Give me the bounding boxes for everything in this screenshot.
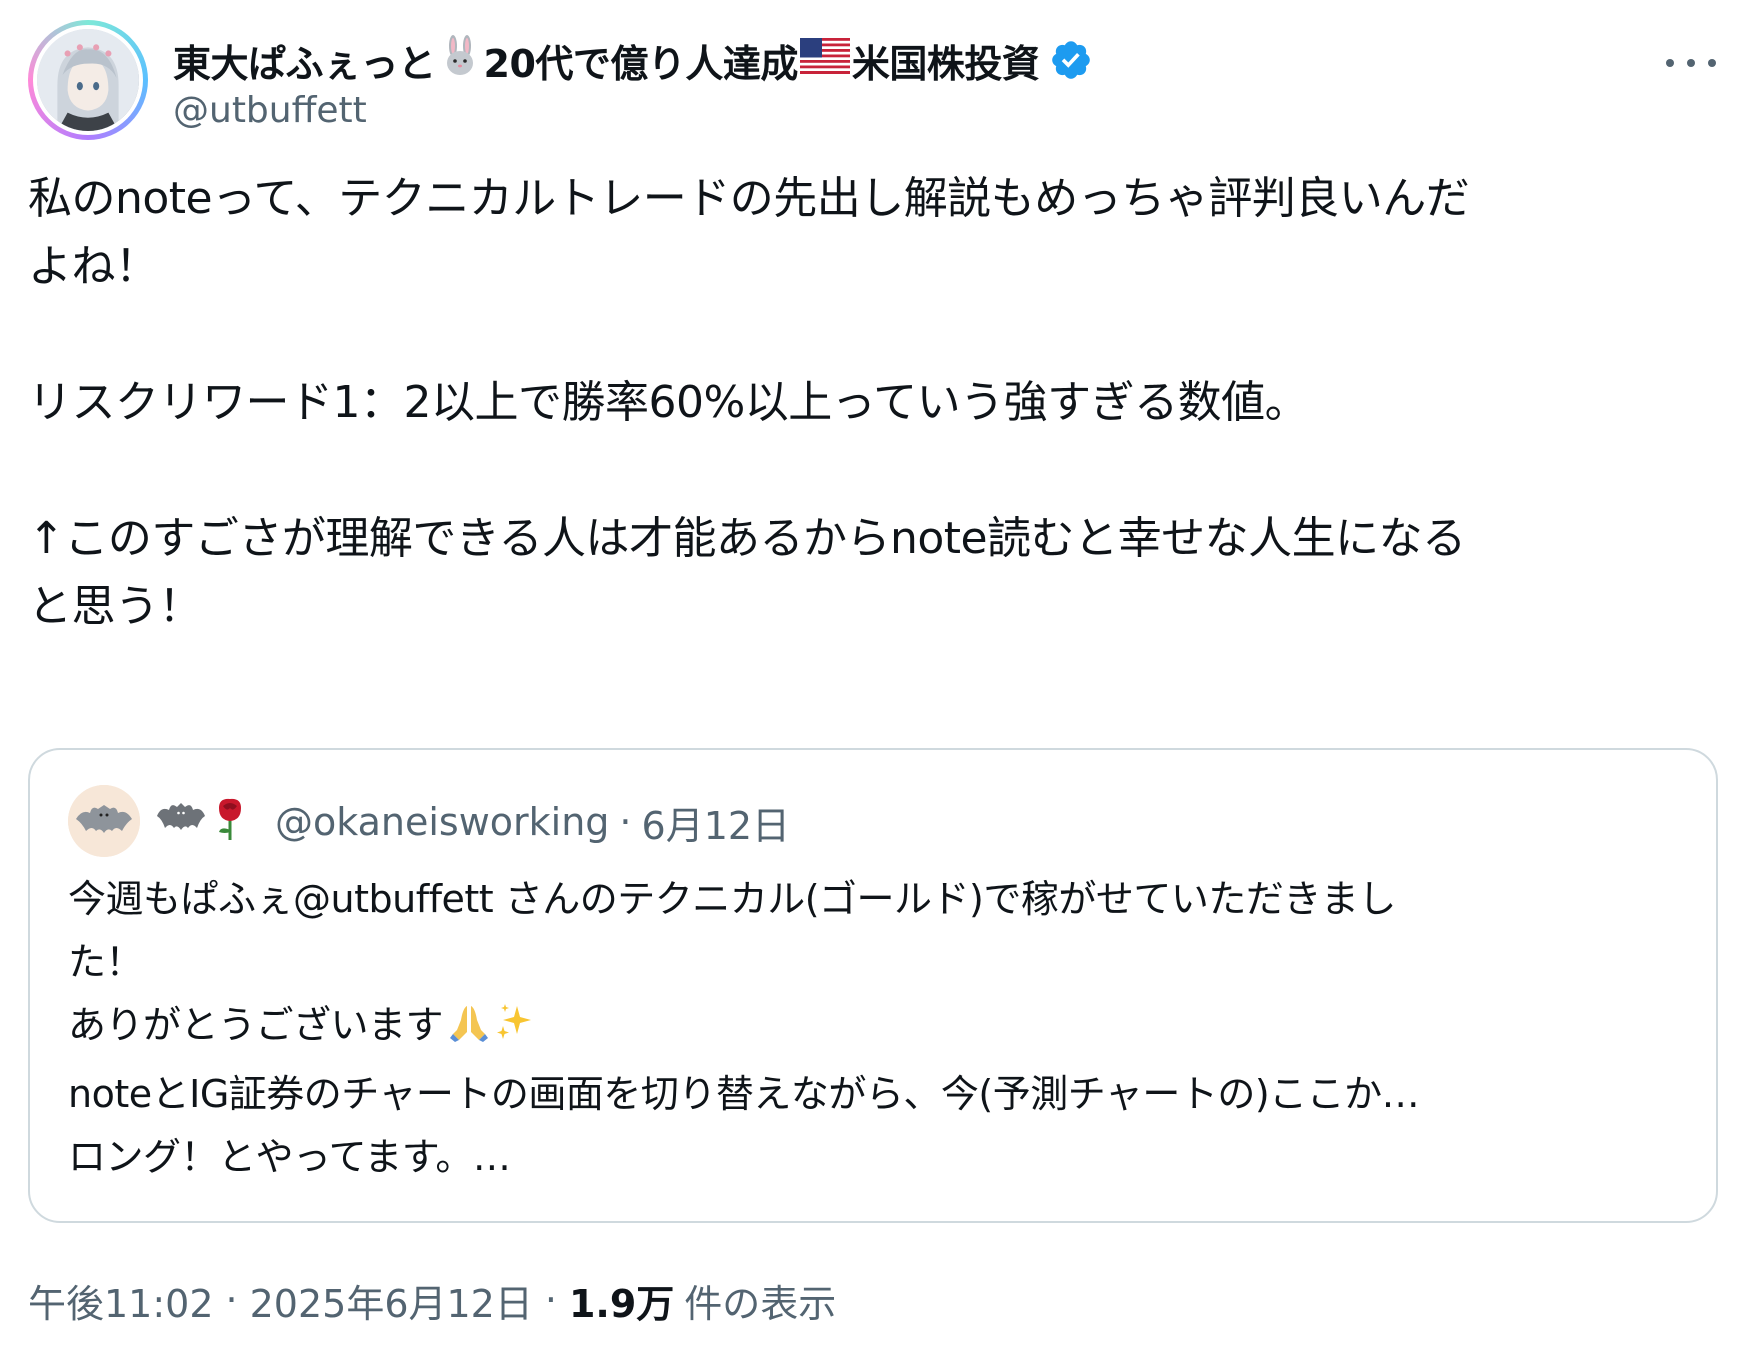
- tweet-time[interactable]: 午後11:02: [28, 1273, 214, 1328]
- tweet-date[interactable]: 2025年6月12日: [250, 1273, 533, 1328]
- sparkles-icon: [493, 1000, 537, 1063]
- quoted-author-avatar[interactable]: [68, 785, 140, 857]
- avatar-image: [37, 29, 139, 131]
- rose-icon: [213, 796, 247, 849]
- author-name-part1: 東大ぱふぇっと: [173, 41, 436, 86]
- verified-badge-icon[interactable]: [1049, 38, 1093, 82]
- meta-separator: ·: [225, 1278, 238, 1322]
- avatar-illustration-icon: [37, 29, 139, 131]
- tweet-card: 東大ぱふぇっと 20代で億り人達成 米国株投資 @utbuffett 私のnot…: [0, 0, 1752, 1360]
- author-name-part2: 20代で億り人達成: [483, 41, 799, 86]
- us-flag-icon: [799, 37, 850, 83]
- views-label: 件の表示: [684, 1281, 837, 1326]
- meta-separator: ·: [619, 800, 632, 844]
- pray-hands-icon: [447, 1000, 491, 1063]
- quoted-text-part1: 今週もぱふぇ@utbuffett さんのテクニカル(ゴールド)で稼がせていただき…: [68, 877, 1396, 1047]
- tweet-text: 私のnoteって、テクニカルトレードの先出し解説もめっちゃ評判良いんだ よね！ …: [28, 173, 1470, 632]
- tweet-meta: 午後11:02 · 2025年6月12日 · 1.9万 件の表示: [28, 1270, 836, 1330]
- views-count[interactable]: 1.9万: [569, 1273, 674, 1328]
- quoted-author-handle[interactable]: @okaneisworking: [275, 800, 609, 844]
- bat-avatar-icon: [68, 785, 140, 857]
- quoted-date[interactable]: 6月12日: [642, 795, 791, 850]
- more-options-icon[interactable]: [1666, 48, 1716, 78]
- author-avatar[interactable]: [28, 20, 148, 140]
- author-name-part3: 米国株投資: [851, 41, 1040, 86]
- meta-separator: ·: [544, 1278, 557, 1322]
- quoted-text-part2: noteとIG証券のチャートの画面を切り替えながら、今(予測チャートの)ここか……: [68, 1072, 1420, 1179]
- rabbit-icon: [438, 34, 482, 87]
- author-name[interactable]: 東大ぱふぇっと 20代で億り人達成 米国株投資: [173, 30, 1093, 90]
- author-handle[interactable]: @utbuffett: [173, 90, 367, 131]
- tweet-header: 東大ぱふぇっと 20代で億り人達成 米国株投資 @utbuffett: [28, 20, 1728, 140]
- quoted-meta: @okaneisworking · 6月12日: [155, 790, 790, 854]
- bat-icon: [155, 798, 207, 847]
- quoted-text: 今週もぱふぇ@utbuffett さんのテクニカル(ゴールド)で稼がせていただき…: [68, 868, 1678, 1189]
- quoted-tweet[interactable]: @okaneisworking · 6月12日 今週もぱふぇ@utbuffett…: [28, 748, 1718, 1223]
